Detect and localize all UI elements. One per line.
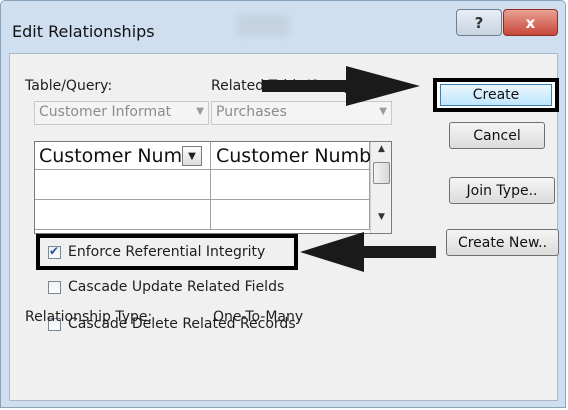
scroll-up-icon[interactable]: ▲ — [371, 144, 391, 162]
table-query-value: Customer Informat — [39, 104, 172, 120]
cascade-update-checkbox[interactable] — [48, 280, 61, 294]
join-type-button-label: Join Type.. — [466, 182, 538, 199]
create-new-button[interactable]: Create New.. — [446, 229, 559, 256]
title-bar-blur — [237, 15, 289, 37]
grid-right-header-cell[interactable]: Customer Numbe — [211, 142, 383, 170]
create-button-highlight[interactable]: Create — [433, 78, 559, 112]
edit-relationships-dialog: Edit Relationships ? x Table/Query: Rela… — [0, 0, 566, 408]
help-button[interactable]: ? — [456, 9, 502, 36]
cascade-update-option[interactable]: Cascade Update Related Fields — [48, 276, 284, 298]
cancel-button-label: Cancel — [473, 127, 521, 144]
field-dropdown-button[interactable]: ▼ — [182, 146, 202, 166]
chevron-down-icon: ▼ — [196, 106, 204, 117]
grid-right-header: Customer Numbe — [216, 145, 383, 167]
grid-cell[interactable] — [211, 170, 370, 200]
relationship-type-label: Relationship Type: — [25, 309, 153, 325]
create-button[interactable]: Create — [440, 84, 552, 106]
grid-cell[interactable] — [211, 200, 370, 230]
table-query-combo[interactable]: Customer Informat ▼ — [34, 101, 209, 125]
close-button[interactable]: x — [503, 9, 558, 36]
enforce-integrity-highlight — [36, 234, 298, 270]
cascade-update-label: Cascade Update Related Fields — [68, 279, 285, 295]
close-icon: x — [525, 13, 536, 32]
related-table-query-value: Purchases — [216, 104, 287, 120]
grid-left-header-cell[interactable]: Customer Num ▼ — [35, 142, 211, 170]
help-icon: ? — [474, 13, 484, 32]
related-table-query-label: Related Table/Query: — [211, 78, 356, 94]
grid-cell[interactable] — [35, 200, 211, 230]
relationship-type-value: One-To-Many — [213, 309, 304, 325]
dialog-title: Edit Relationships — [12, 22, 155, 41]
table-query-label: Table/Query: — [25, 78, 113, 94]
title-bar[interactable]: Edit Relationships ? x — [1, 1, 565, 53]
create-button-label: Create — [472, 87, 520, 103]
chevron-down-icon: ▼ — [188, 150, 196, 162]
chevron-down-icon: ▼ — [379, 106, 387, 117]
grid-scrollbar[interactable]: ▲ ▼ — [370, 142, 391, 233]
related-table-query-combo[interactable]: Purchases ▼ — [211, 101, 392, 125]
create-new-button-label: Create New.. — [457, 234, 548, 251]
scroll-thumb[interactable] — [373, 162, 390, 184]
cancel-button[interactable]: Cancel — [449, 122, 545, 149]
field-mapping-grid: Customer Num ▼ Customer Numbe ▲ ▼ — [34, 141, 392, 234]
grid-cell[interactable] — [35, 170, 211, 200]
join-type-button[interactable]: Join Type.. — [449, 177, 555, 204]
grid-left-header: Customer Num — [39, 145, 183, 167]
scroll-down-icon[interactable]: ▼ — [371, 212, 391, 230]
